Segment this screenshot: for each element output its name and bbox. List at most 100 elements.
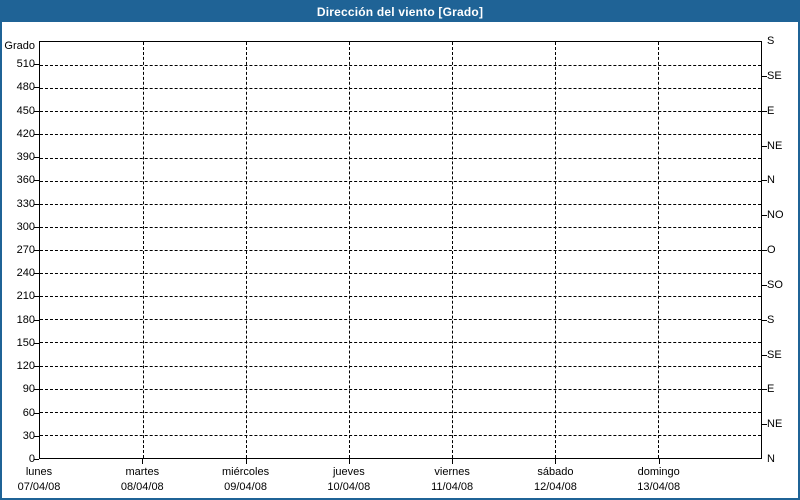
y-grid-line (40, 226, 761, 228)
y-grid-line (40, 180, 761, 182)
y-tick-label: 150 (16, 336, 35, 349)
y-tick-mark (34, 389, 39, 391)
chart-canvas: Grado 510 480 450 420 390 360 330 300 270 240 210 18… (2, 2, 798, 498)
x-date-label: 12/04/08 (534, 481, 577, 493)
y2-tick-mark (762, 284, 767, 286)
x-date-label: 13/04/08 (637, 481, 681, 493)
y-tick-label: 90 (22, 383, 35, 396)
y2-tick-label: N (767, 453, 775, 465)
y-axis-title: Grado (4, 40, 35, 52)
x-date-label: 08/04/08 (120, 481, 164, 493)
y-grid-line (40, 203, 761, 205)
y2-tick-label: O (767, 244, 776, 256)
y-tick-label: 30 (22, 429, 35, 442)
y-tick-label: 270 (16, 244, 35, 256)
y-grid-line (40, 134, 761, 136)
x-date-label: 10/04/08 (327, 481, 371, 493)
y-tick-mark (34, 203, 39, 205)
y2-tick-label: E (767, 104, 775, 117)
y2-tick-mark (762, 354, 767, 356)
y-tick-mark (34, 226, 39, 228)
y-grid-line (40, 65, 761, 67)
y-tick-mark (34, 366, 39, 368)
y-grid-line (40, 157, 761, 159)
x-tick-mark (452, 459, 454, 464)
y-grid-line (40, 319, 761, 321)
x-grid-line (143, 42, 144, 458)
y-tick-mark (34, 250, 39, 251)
y-grid-line (40, 273, 761, 275)
y-tick-label: 450 (16, 104, 35, 117)
x-tick-mark (142, 459, 144, 464)
x-grid-line (246, 42, 247, 458)
y-tick-mark (34, 296, 39, 298)
x-day-label: jueves (332, 466, 365, 478)
y2-tick-label: NE (767, 139, 783, 152)
y-tick-mark (34, 319, 39, 321)
y-tick-label: 480 (16, 81, 35, 94)
x-date-label: 11/04/08 (431, 481, 474, 493)
x-tick-mark (245, 459, 247, 464)
y-tick-label: 420 (16, 127, 35, 140)
x-grid-line (452, 42, 453, 458)
x-day-label: lunes (25, 466, 53, 478)
y-grid-line (40, 111, 761, 113)
y-tick-label: 240 (16, 267, 35, 280)
y-grid-line (40, 434, 761, 436)
y2-tick-label: E (767, 383, 775, 396)
y2-tick-label: S (767, 313, 775, 326)
y-tick-mark (34, 412, 39, 414)
x-day-label: viernes (434, 466, 470, 478)
y-tick-mark (34, 180, 39, 182)
x-date-label: 09/04/08 (224, 481, 267, 493)
x-tick-mark (658, 459, 660, 464)
y-grid-line (40, 411, 761, 413)
y2-tick-label: S (767, 35, 775, 47)
y2-tick-label: NE (767, 418, 783, 431)
x-grid-line (349, 42, 350, 458)
y-tick-mark (34, 110, 39, 112)
x-day-label: domingo (637, 466, 680, 478)
y-tick-mark (34, 273, 39, 275)
y-tick-label: 300 (16, 220, 35, 233)
y2-tick-label: SE (767, 348, 782, 361)
y-tick-mark (34, 64, 39, 66)
y2-tick-mark (762, 110, 767, 112)
y-grid-line (40, 388, 761, 390)
y-tick-mark (34, 342, 39, 344)
y2-tick-mark (762, 75, 767, 77)
y-tick-mark (34, 133, 39, 135)
y-grid-line (40, 250, 761, 251)
y2-tick-mark (762, 319, 767, 321)
y-tick-label: 510 (16, 58, 35, 71)
x-grid-line (555, 42, 556, 458)
y2-tick-label: NO (767, 209, 784, 222)
y2-tick-mark (762, 389, 767, 391)
y2-tick-mark (762, 180, 767, 182)
x-date-label: 07/04/08 (17, 481, 61, 493)
y-tick-label: 120 (16, 360, 35, 373)
y-tick-label: 60 (22, 406, 35, 419)
y-tick-label: 360 (16, 174, 35, 187)
y-tick-mark (34, 459, 39, 460)
x-grid-line (658, 42, 659, 458)
y-grid-line (40, 342, 761, 344)
y2-tick-mark (762, 215, 767, 217)
y-tick-mark (34, 157, 39, 159)
y-tick-label: 330 (16, 197, 35, 210)
x-tick-mark (348, 459, 350, 464)
x-tick-mark (555, 459, 557, 464)
x-day-label: miércoles (222, 466, 270, 478)
y-tick-label: 0 (28, 453, 35, 465)
y-grid-line (40, 88, 761, 90)
y-grid-line (40, 365, 761, 367)
y-tick-mark (34, 435, 39, 437)
chart-window: Dirección del viento [Grado] Grado 510 480… (0, 0, 800, 500)
y-tick-label: 210 (16, 290, 35, 303)
x-day-label: sábado (537, 466, 574, 478)
y2-tick-label: SE (767, 69, 782, 82)
y-tick-label: 390 (16, 151, 35, 164)
y2-tick-mark (762, 250, 767, 251)
y-tick-label: 180 (16, 313, 35, 326)
y2-tick-mark (762, 145, 767, 147)
